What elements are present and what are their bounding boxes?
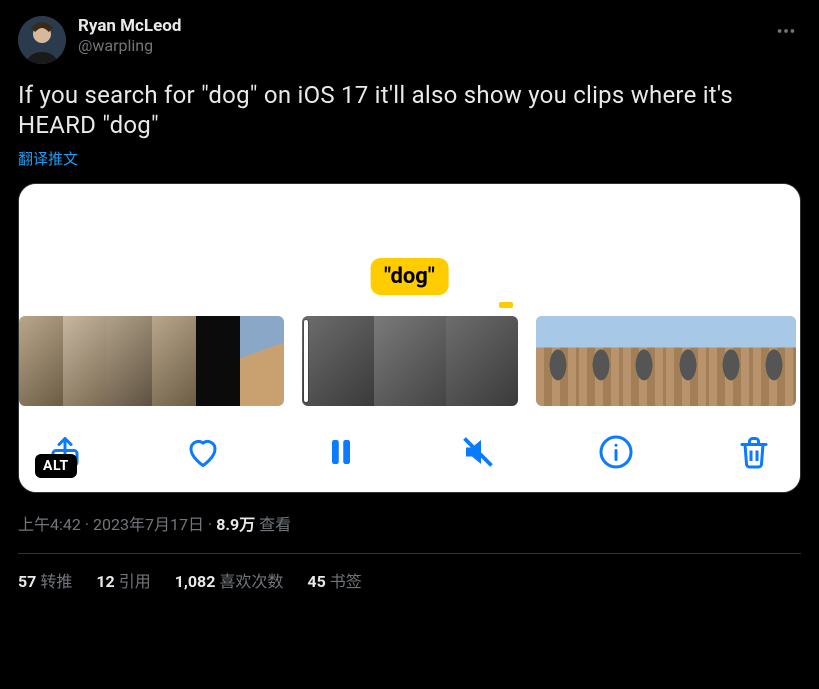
clip-frame xyxy=(302,316,374,406)
quotes-label: 引用 xyxy=(119,572,151,591)
tweet-text: If you search for "dog" on iOS 17 it'll … xyxy=(18,80,801,140)
info-button[interactable] xyxy=(598,434,634,470)
tweet-container: Ryan McLeod @warpling If you search for … xyxy=(0,0,819,606)
tweet-meta: 上午4:42·2023年7月17日·8.9万 查看 xyxy=(18,511,801,554)
clip-group-2[interactable] xyxy=(302,316,518,406)
delete-button[interactable] xyxy=(736,434,772,470)
mute-button[interactable] xyxy=(460,434,496,470)
bookmarks-label: 书签 xyxy=(330,572,362,591)
media-toolbar xyxy=(19,416,800,492)
timeline-filmstrip[interactable] xyxy=(19,316,800,416)
retweets-label: 转推 xyxy=(40,572,72,591)
stat-retweets[interactable]: 57转推 xyxy=(18,568,72,592)
clip-frame xyxy=(107,316,151,406)
clip-frame xyxy=(666,316,709,406)
alt-badge[interactable]: ALT xyxy=(35,454,77,478)
mute-icon xyxy=(460,434,496,470)
clip-frame xyxy=(446,316,518,406)
clip-frame xyxy=(63,316,107,406)
tweet-stats: 57转推 12 引用 1,082喜欢次数 45 书签 xyxy=(18,554,801,606)
handle: @warpling xyxy=(78,36,181,56)
avatar[interactable] xyxy=(18,16,66,64)
views-count: 8.9万 xyxy=(216,515,255,534)
clip-frame xyxy=(374,316,446,406)
likes-label: 喜欢次数 xyxy=(219,572,283,591)
tweet-time[interactable]: 上午4:42 xyxy=(18,515,81,534)
more-icon xyxy=(775,20,797,42)
timeline-marker xyxy=(499,302,513,308)
quotes-count: 12 xyxy=(96,572,114,591)
clip-frame xyxy=(579,316,622,406)
media-inner: "dog" xyxy=(19,184,800,492)
stat-likes[interactable]: 1,082喜欢次数 xyxy=(175,568,284,592)
views-label: 查看 xyxy=(259,515,291,534)
caption-tooltip: "dog" xyxy=(370,258,449,295)
heart-icon xyxy=(185,434,221,470)
tweet-header: Ryan McLeod @warpling xyxy=(18,16,801,64)
media-card[interactable]: "dog" xyxy=(18,183,801,493)
clip-frame xyxy=(709,316,752,406)
clip-frame xyxy=(19,316,63,406)
info-icon xyxy=(598,434,634,470)
clip-frame xyxy=(240,316,284,406)
clip-group-1[interactable] xyxy=(19,316,284,406)
stat-quotes[interactable]: 12 引用 xyxy=(96,568,150,592)
clip-frame xyxy=(623,316,666,406)
bookmarks-count: 45 xyxy=(307,572,325,591)
clip-frame xyxy=(196,316,240,406)
likes-count: 1,082 xyxy=(175,572,216,591)
translate-link[interactable]: 翻译推文 xyxy=(18,148,801,169)
display-name: Ryan McLeod xyxy=(78,16,181,36)
retweets-count: 57 xyxy=(18,572,36,591)
stat-bookmarks[interactable]: 45 书签 xyxy=(307,568,361,592)
clip-frame xyxy=(536,316,579,406)
clip-frame xyxy=(753,316,796,406)
pause-button[interactable] xyxy=(323,434,359,470)
more-button[interactable] xyxy=(771,16,801,50)
tweet-date[interactable]: 2023年7月17日 xyxy=(93,515,204,534)
author-block[interactable]: Ryan McLeod @warpling xyxy=(78,16,181,56)
avatar-image xyxy=(18,16,66,64)
pause-icon xyxy=(323,434,359,470)
clip-group-3[interactable] xyxy=(536,316,796,406)
like-button[interactable] xyxy=(185,434,221,470)
clip-frame xyxy=(152,316,196,406)
trash-icon xyxy=(736,434,772,470)
